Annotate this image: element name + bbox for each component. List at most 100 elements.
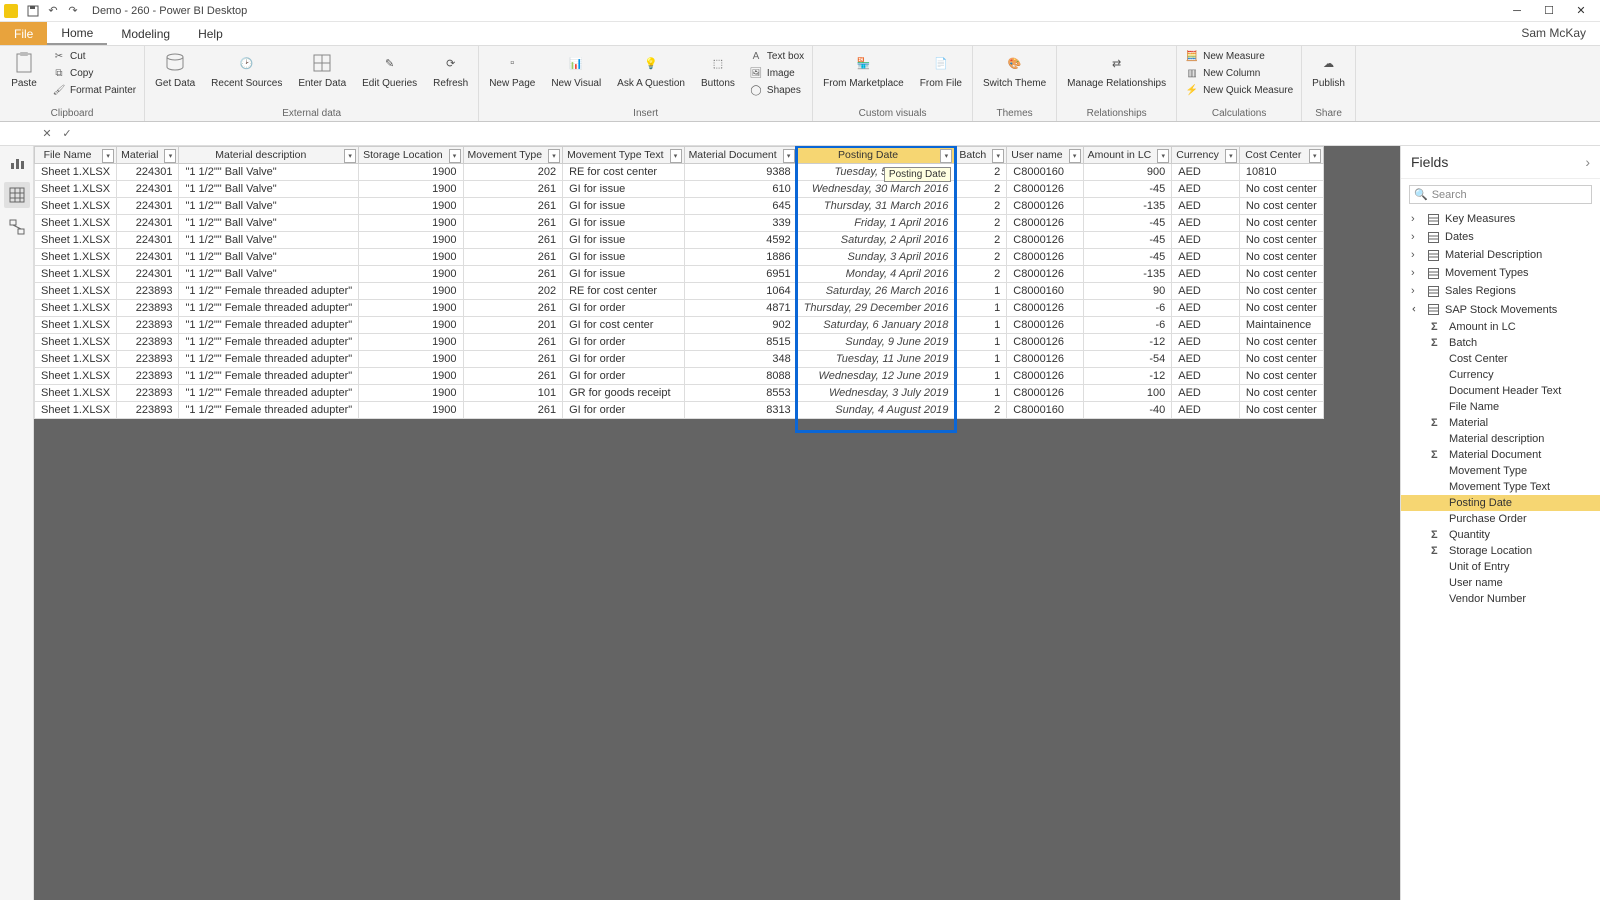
table-cell[interactable]: 645: [684, 198, 797, 215]
table-cell[interactable]: Sheet 1.XLSX: [35, 198, 117, 215]
table-cell[interactable]: 1900: [359, 317, 463, 334]
table-cell[interactable]: Wednesday, 30 March 2016: [797, 181, 955, 198]
table-cell[interactable]: 2: [955, 266, 1007, 283]
table-cell[interactable]: 1886: [684, 249, 797, 266]
table-cell[interactable]: No cost center: [1239, 368, 1323, 385]
table-row[interactable]: Sheet 1.XLSX223893"1 1/2"" Female thread…: [35, 402, 1324, 419]
table-cell[interactable]: 261: [463, 402, 563, 419]
enter-data-button[interactable]: Enter Data: [292, 48, 352, 91]
table-cell[interactable]: 223893: [117, 334, 179, 351]
column-header[interactable]: Movement Type Text▾: [563, 147, 685, 164]
table-cell[interactable]: 1: [955, 300, 1007, 317]
table-cell[interactable]: C8000126: [1007, 232, 1083, 249]
table-cell[interactable]: -12: [1083, 368, 1172, 385]
model-view-button[interactable]: [4, 214, 30, 240]
table-cell[interactable]: C8000126: [1007, 351, 1083, 368]
undo-icon[interactable]: ↶: [44, 2, 62, 20]
table-cell[interactable]: Sheet 1.XLSX: [35, 283, 117, 300]
table-row[interactable]: Sheet 1.XLSX224301"1 1/2"" Ball Valve"19…: [35, 232, 1324, 249]
table-cell[interactable]: 100: [1083, 385, 1172, 402]
maximize-button[interactable]: ☐: [1534, 1, 1564, 21]
table-cell[interactable]: 261: [463, 266, 563, 283]
table-cell[interactable]: 1900: [359, 215, 463, 232]
table-cell[interactable]: GI for cost center: [563, 317, 685, 334]
table-cell[interactable]: 610: [684, 181, 797, 198]
table-cell[interactable]: 339: [684, 215, 797, 232]
table-cell[interactable]: Sheet 1.XLSX: [35, 334, 117, 351]
paste-button[interactable]: Paste: [4, 48, 44, 91]
table-cell[interactable]: "1 1/2"" Ball Valve": [179, 198, 359, 215]
table-cell[interactable]: No cost center: [1239, 283, 1323, 300]
table-cell[interactable]: 224301: [117, 181, 179, 198]
table-cell[interactable]: GI for issue: [563, 232, 685, 249]
table-cell[interactable]: "1 1/2"" Female threaded adupter": [179, 317, 359, 334]
table-cell[interactable]: Sheet 1.XLSX: [35, 402, 117, 419]
data-grid[interactable]: File Name▾Material▾Material description▾…: [34, 146, 1324, 419]
field-item[interactable]: Movement Type Text: [1401, 479, 1600, 495]
table-cell[interactable]: Saturday, 26 March 2016: [797, 283, 955, 300]
table-cell[interactable]: AED: [1172, 164, 1240, 181]
table-row[interactable]: Sheet 1.XLSX224301"1 1/2"" Ball Valve"19…: [35, 181, 1324, 198]
table-cell[interactable]: -135: [1083, 198, 1172, 215]
field-item[interactable]: Unit of Entry: [1401, 559, 1600, 575]
table-cell[interactable]: Sheet 1.XLSX: [35, 249, 117, 266]
table-cell[interactable]: No cost center: [1239, 215, 1323, 232]
table-cell[interactable]: Sheet 1.XLSX: [35, 164, 117, 181]
table-cell[interactable]: No cost center: [1239, 351, 1323, 368]
field-item[interactable]: ΣMaterial: [1401, 415, 1600, 431]
file-menu[interactable]: File: [0, 22, 47, 45]
table-cell[interactable]: 9388: [684, 164, 797, 181]
from-file-button[interactable]: 📄From File: [914, 48, 968, 91]
table-cell[interactable]: C8000126: [1007, 249, 1083, 266]
table-cell[interactable]: -135: [1083, 266, 1172, 283]
table-cell[interactable]: 224301: [117, 249, 179, 266]
table-cell[interactable]: 4871: [684, 300, 797, 317]
table-cell[interactable]: Maintainence: [1239, 317, 1323, 334]
table-cell[interactable]: No cost center: [1239, 232, 1323, 249]
table-cell[interactable]: 8313: [684, 402, 797, 419]
table-cell[interactable]: Wednesday, 12 June 2019: [797, 368, 955, 385]
table-row[interactable]: Sheet 1.XLSX223893"1 1/2"" Female thread…: [35, 368, 1324, 385]
table-cell[interactable]: 1900: [359, 266, 463, 283]
table-cell[interactable]: 1064: [684, 283, 797, 300]
table-cell[interactable]: -45: [1083, 249, 1172, 266]
table-cell[interactable]: 2: [955, 249, 1007, 266]
table-cell[interactable]: GI for issue: [563, 249, 685, 266]
filter-dropdown-icon[interactable]: ▾: [548, 149, 560, 163]
table-cell[interactable]: 224301: [117, 198, 179, 215]
table-cell[interactable]: "1 1/2"" Ball Valve": [179, 266, 359, 283]
table-cell[interactable]: Monday, 4 April 2016: [797, 266, 955, 283]
table-cell[interactable]: 2: [955, 181, 1007, 198]
table-cell[interactable]: 1900: [359, 351, 463, 368]
table-cell[interactable]: 261: [463, 215, 563, 232]
table-cell[interactable]: 224301: [117, 266, 179, 283]
filter-dropdown-icon[interactable]: ▾: [1157, 149, 1169, 163]
new-measure-button[interactable]: 🧮New Measure: [1181, 48, 1297, 64]
table-cell[interactable]: 223893: [117, 300, 179, 317]
table-cell[interactable]: Sheet 1.XLSX: [35, 181, 117, 198]
table-cell[interactable]: "1 1/2"" Female threaded adupter": [179, 334, 359, 351]
table-cell[interactable]: GI for order: [563, 334, 685, 351]
table-cell[interactable]: GI for order: [563, 351, 685, 368]
new-column-button[interactable]: ▥New Column: [1181, 65, 1297, 81]
table-cell[interactable]: No cost center: [1239, 198, 1323, 215]
new-visual-button[interactable]: 📊New Visual: [545, 48, 607, 91]
table-cell[interactable]: AED: [1172, 266, 1240, 283]
table-cell[interactable]: 261: [463, 368, 563, 385]
table-row[interactable]: Sheet 1.XLSX223893"1 1/2"" Female thread…: [35, 317, 1324, 334]
table-cell[interactable]: 1900: [359, 402, 463, 419]
table-cell[interactable]: AED: [1172, 317, 1240, 334]
table-cell[interactable]: AED: [1172, 232, 1240, 249]
manage-relationships-button[interactable]: ⇄Manage Relationships: [1061, 48, 1172, 91]
field-item[interactable]: ΣStorage Location: [1401, 543, 1600, 559]
fields-table[interactable]: ›Movement Types: [1401, 264, 1600, 282]
table-cell[interactable]: -40: [1083, 402, 1172, 419]
minimize-button[interactable]: ─: [1502, 1, 1532, 21]
table-cell[interactable]: 4592: [684, 232, 797, 249]
table-cell[interactable]: C8000126: [1007, 266, 1083, 283]
table-cell[interactable]: 1900: [359, 181, 463, 198]
new-page-button[interactable]: ▫New Page: [483, 48, 541, 91]
data-view-button[interactable]: [4, 182, 30, 208]
table-cell[interactable]: AED: [1172, 385, 1240, 402]
table-cell[interactable]: 1: [955, 334, 1007, 351]
